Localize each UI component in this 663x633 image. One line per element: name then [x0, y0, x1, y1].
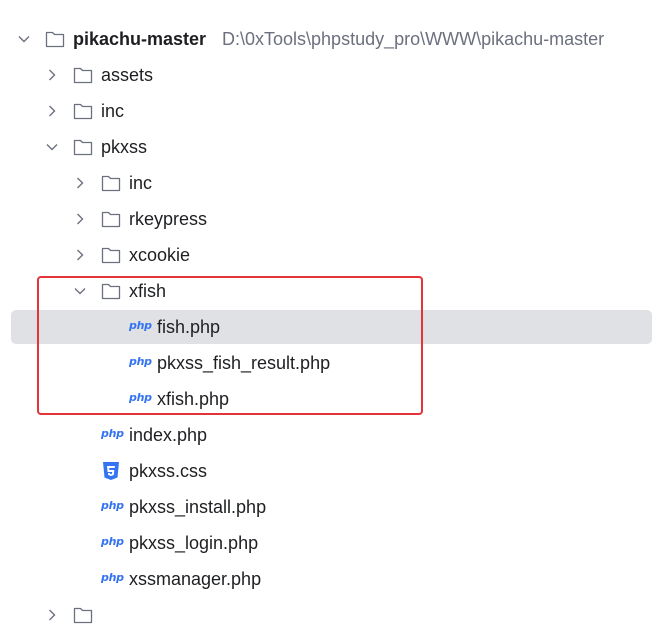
tree-row-pkxss-css[interactable]: pkxss.css [0, 453, 663, 489]
tree-row-xcookie[interactable]: xcookie [0, 237, 663, 273]
chevron-right-icon[interactable] [45, 608, 59, 622]
file-label: xfish.php [157, 389, 230, 409]
file-label: pkxss_install.php [129, 497, 267, 517]
folder-label: inc [129, 173, 153, 193]
tree-row-xfish-php[interactable]: php xfish.php [0, 381, 663, 417]
chevron-down-icon[interactable] [17, 32, 31, 46]
folder-icon [101, 246, 121, 264]
file-label: pkxss_fish_result.php [157, 353, 331, 373]
tree-row-pkxss[interactable]: pkxss [0, 129, 663, 165]
tree-row-pkxss-login-php[interactable]: php pkxss_login.php [0, 525, 663, 561]
tree-row-partial[interactable] [0, 597, 663, 633]
tree-row-xssmanager-php[interactable]: php xssmanager.php [0, 561, 663, 597]
css-file-icon [102, 461, 120, 481]
file-label: xssmanager.php [129, 569, 262, 589]
tree-row-pkxss-fish-result-php[interactable]: php pkxss_fish_result.php [0, 345, 663, 381]
folder-icon [101, 210, 121, 228]
tree-row-rkeypress[interactable]: rkeypress [0, 201, 663, 237]
folder-icon [101, 174, 121, 192]
folder-icon [73, 102, 93, 120]
folder-label: assets [101, 65, 154, 85]
chevron-down-icon[interactable] [45, 140, 59, 154]
chevron-down-icon[interactable] [73, 284, 87, 298]
tree-row-pikachu-master[interactable]: pikachu-master D:\0xTools\phpstudy_pro\W… [0, 21, 663, 57]
folder-label: xcookie [129, 245, 191, 265]
tree-row-inc[interactable]: inc [0, 93, 663, 129]
folder-icon [101, 282, 121, 300]
chevron-right-icon[interactable] [45, 68, 59, 82]
project-path: D:\0xTools\phpstudy_pro\WWW\pikachu-mast… [222, 29, 605, 49]
tree-row-pkxss-inc[interactable]: inc [0, 165, 663, 201]
tree-row-assets[interactable]: assets [0, 57, 663, 93]
chevron-right-icon[interactable] [73, 176, 87, 190]
tree-row-fish-php[interactable]: php fish.php [0, 309, 663, 345]
chevron-right-icon[interactable] [73, 248, 87, 262]
folder-label: inc [101, 101, 125, 121]
file-label: fish.php [157, 317, 221, 337]
file-label: pkxss_login.php [129, 533, 259, 553]
project-tree: pikachu-master D:\0xTools\phpstudy_pro\W… [0, 0, 663, 624]
folder-icon [45, 30, 65, 48]
file-label: index.php [129, 425, 208, 445]
folder-label: pkxss [101, 137, 148, 157]
folder-label: rkeypress [129, 209, 208, 229]
folder-icon [73, 138, 93, 156]
tree-row-xfish[interactable]: xfish [0, 273, 663, 309]
php-file-icon: php [101, 535, 124, 548]
php-file-icon: php [101, 427, 124, 440]
chevron-right-icon[interactable] [45, 104, 59, 118]
php-file-icon: php [129, 391, 152, 404]
folder-label: xfish [129, 281, 167, 301]
folder-icon [73, 66, 93, 84]
chevron-right-icon[interactable] [73, 212, 87, 226]
php-file-icon: php [101, 571, 124, 584]
tree-row-index-php[interactable]: php index.php [0, 417, 663, 453]
php-file-icon: php [129, 355, 152, 368]
project-name: pikachu-master [73, 29, 207, 49]
tree-row-pkxss-install-php[interactable]: php pkxss_install.php [0, 489, 663, 525]
php-file-icon: php [129, 319, 152, 332]
php-file-icon: php [101, 499, 124, 512]
file-label: pkxss.css [129, 461, 208, 481]
